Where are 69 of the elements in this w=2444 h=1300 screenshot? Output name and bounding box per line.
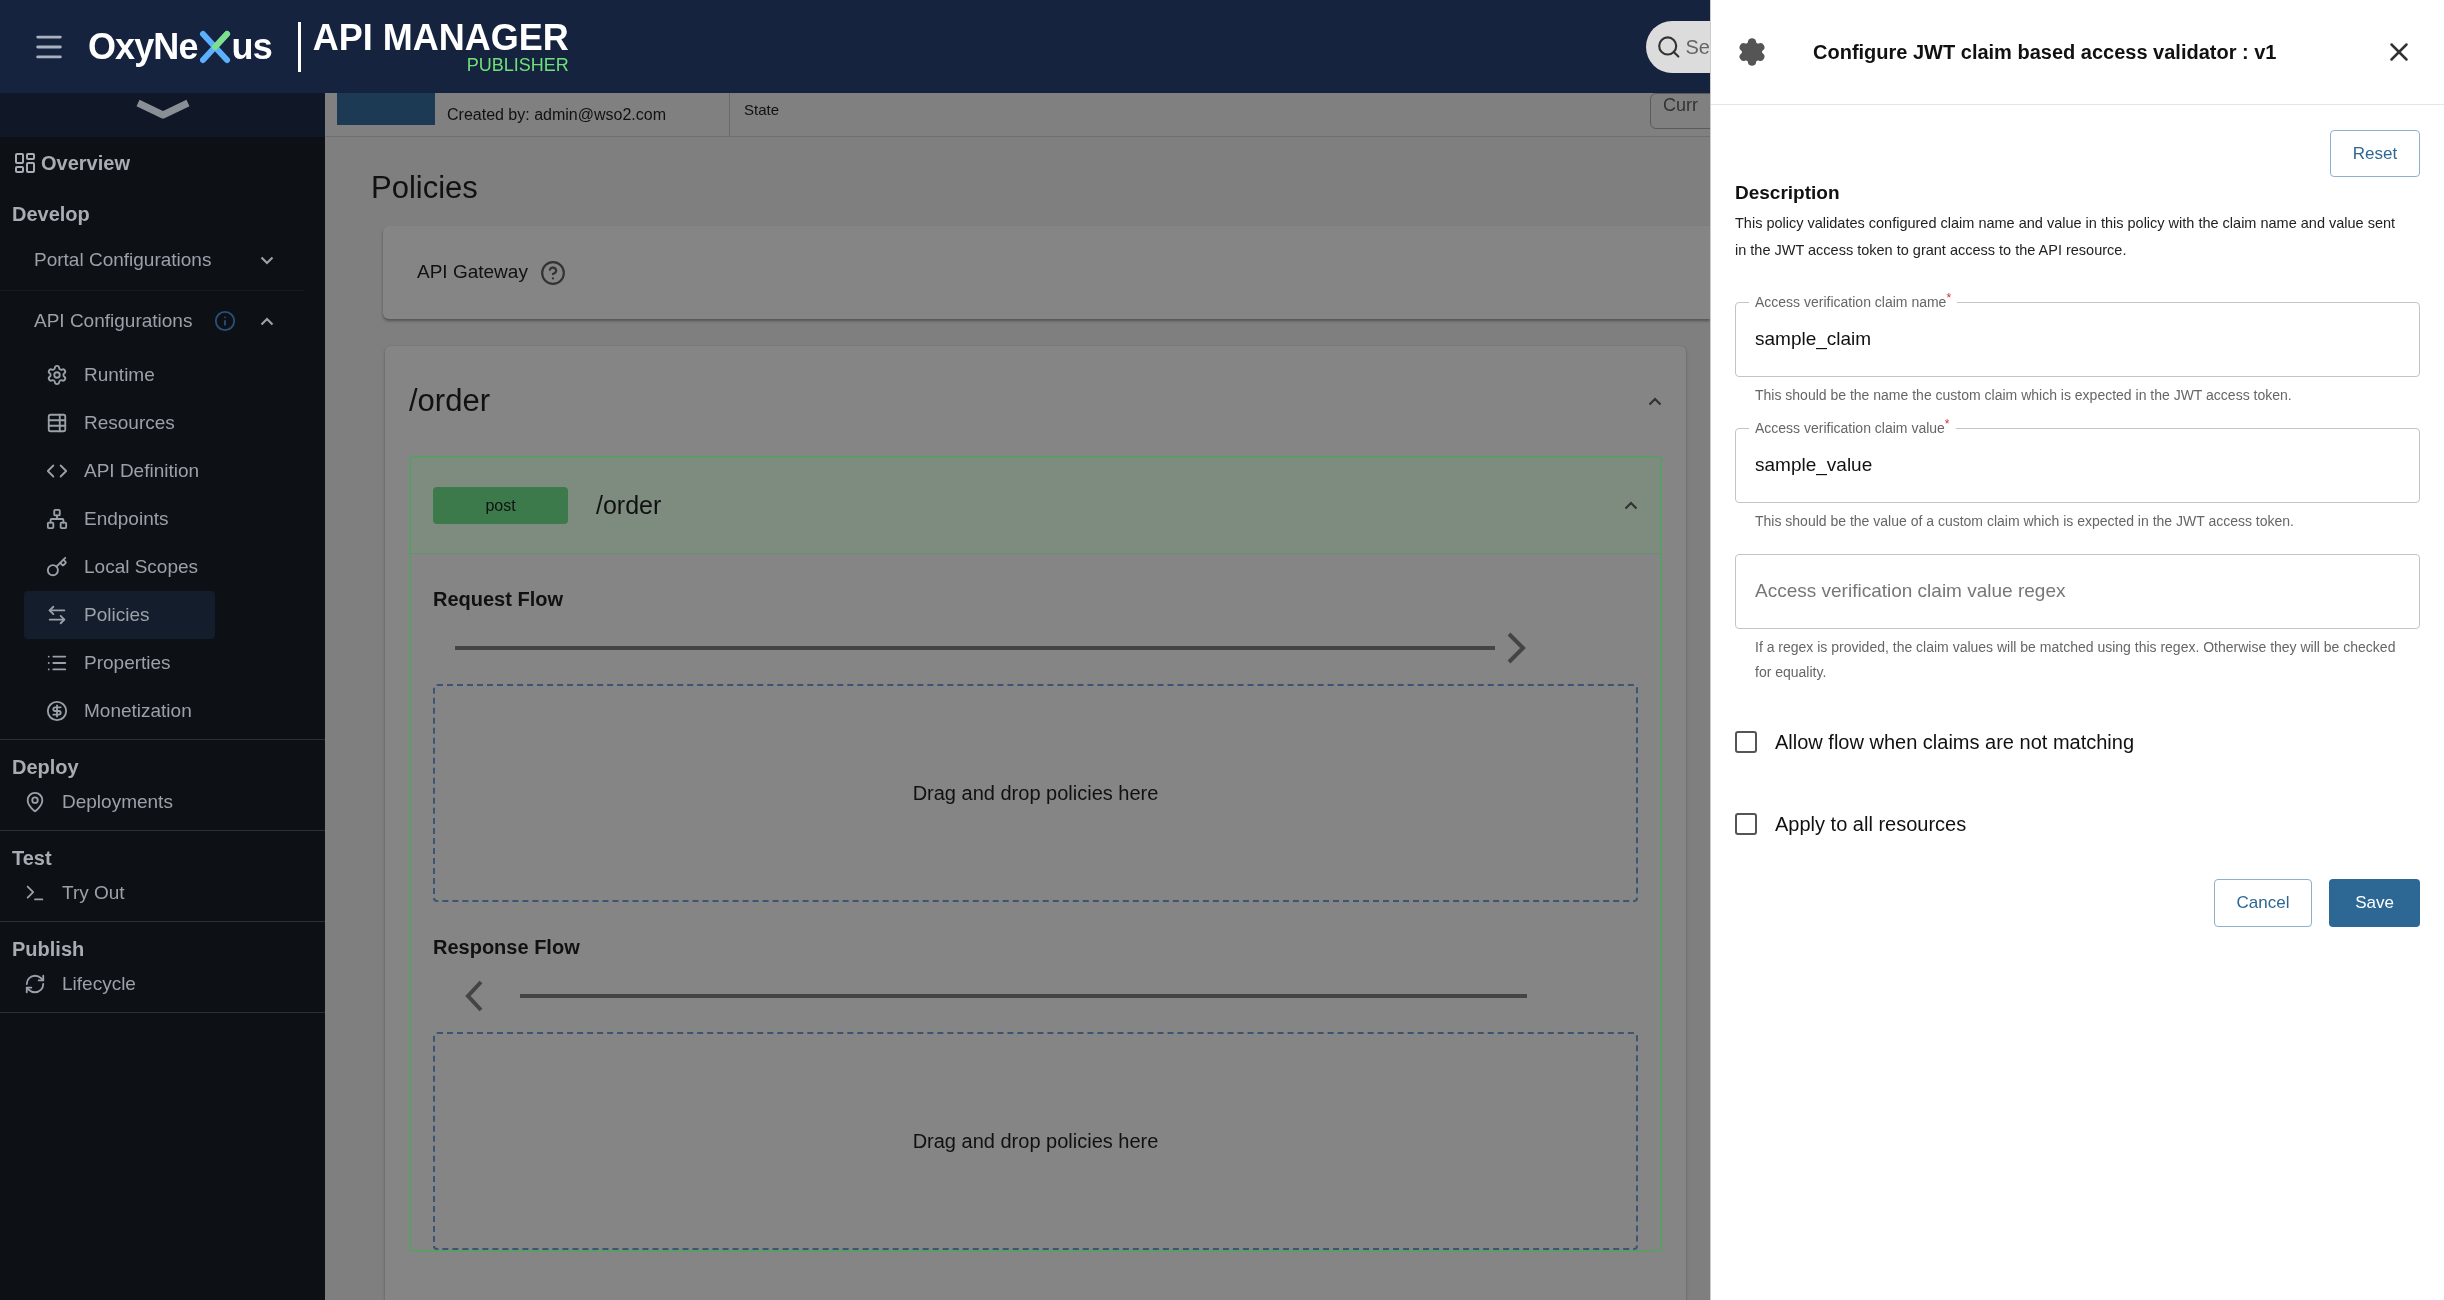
page-title: Policies	[371, 169, 479, 207]
gateway-card: API Gateway	[383, 226, 1710, 319]
logo-text: us	[231, 24, 272, 69]
sidebar-item[interactable]: Deployments	[24, 778, 189, 826]
product-title: API MANAGER	[312, 19, 569, 56]
chevron-down-icon	[260, 256, 274, 265]
required-mark: *	[1946, 291, 1952, 307]
policy-dropzone[interactable]: Drag and drop policies here	[433, 684, 1638, 902]
search-icon	[1656, 33, 1682, 60]
section-title: Publish	[11, 937, 85, 962]
sidebar-item[interactable]: Overview	[0, 139, 142, 187]
resource-path: /order	[409, 381, 490, 420]
field-placeholder: Access verification claim value regex	[1755, 578, 2066, 603]
created-by-text: Created by: admin@wso2.com	[447, 104, 667, 125]
refresh-icon	[24, 973, 46, 995]
operation-path: /order	[596, 489, 662, 521]
reset-button[interactable]: Reset	[2330, 130, 2420, 177]
save-button[interactable]: Save	[2329, 878, 2420, 927]
field-value: sample_value	[1755, 452, 1873, 478]
sidebar-group[interactable]: API Configurations	[0, 291, 305, 351]
table-icon	[46, 412, 68, 434]
product-subtitle: PUBLISHER	[466, 55, 569, 74]
sidebar-item[interactable]: Properties	[24, 639, 187, 687]
helper-text: This should be the name the custom claim which is expected in the JWT access token.	[1754, 385, 2293, 405]
network-icon	[46, 508, 68, 530]
cancel-button[interactable]: Cancel	[2214, 878, 2312, 927]
sidebar-item[interactable]: Local Scopes	[24, 543, 215, 591]
sidebar-item[interactable]: API Definition	[24, 447, 216, 495]
flow-title: Request Flow	[433, 587, 564, 612]
help-icon[interactable]	[539, 259, 566, 286]
helper-text: This should be the value of a custom claim which is expected in the JWT access token.	[1754, 511, 2295, 531]
field-label: Access verification claim name	[1755, 292, 1947, 312]
sidebar-group[interactable]: Portal Configurations	[0, 231, 305, 291]
checkbox[interactable]	[1735, 812, 1757, 835]
sidebar-item[interactable]: Try Out	[24, 869, 141, 917]
gear-icon	[46, 364, 68, 386]
dollar-icon	[46, 700, 68, 722]
key-icon	[46, 556, 68, 578]
sidebar-item[interactable]: Resources	[24, 399, 191, 447]
pin-icon	[24, 791, 46, 813]
chevron-up-icon	[260, 316, 274, 326]
description-heading: Description	[1735, 181, 1841, 205]
arrows-icon	[46, 604, 68, 626]
sidebar-item[interactable]: Monetization	[24, 687, 208, 735]
dashboard-icon	[13, 151, 37, 175]
section-title: Test	[11, 846, 52, 871]
sidebar-item[interactable]: Policies	[24, 591, 215, 639]
sidebar-item[interactable]: Runtime	[24, 351, 171, 399]
checkbox-label: Apply to all resources	[1775, 811, 1967, 837]
section-title: Develop	[11, 202, 90, 227]
method-badge: post	[433, 487, 568, 524]
drawer-title: Configure JWT claim based access validator : v1	[1813, 40, 2277, 65]
policy-dropzone[interactable]: Drag and drop policies here	[433, 1032, 1638, 1250]
helper-text: If a regex is provided, the claim values will be matched using this regex. Otherwise they will be checked for equality.	[1754, 637, 2397, 682]
search-field[interactable]: Se	[1646, 20, 1710, 73]
section-title: Deploy	[11, 755, 79, 780]
required-mark: *	[1944, 417, 1950, 431]
field-value: sample_claim	[1755, 326, 1872, 352]
flow-title: Response Flow	[433, 935, 581, 960]
field-label: Access verification claim value	[1755, 418, 1945, 438]
state-label: State	[744, 100, 780, 120]
checkbox[interactable]	[1735, 730, 1757, 753]
sidebar-item[interactable]: Lifecycle	[24, 960, 152, 1008]
description-text: This policy validates configured claim name and value in this policy with the claim name and value sent in the JWT access token to grant access to the API resource.	[1735, 213, 2397, 260]
logo-text: OxyNe	[88, 24, 198, 69]
chevron-up-icon[interactable]	[1648, 396, 1662, 406]
sidebar-item[interactable]: Endpoints	[24, 495, 185, 543]
chevron-up-icon[interactable]	[1624, 501, 1638, 510]
checkbox-label: Allow flow when claims are not matching	[1775, 729, 2135, 755]
